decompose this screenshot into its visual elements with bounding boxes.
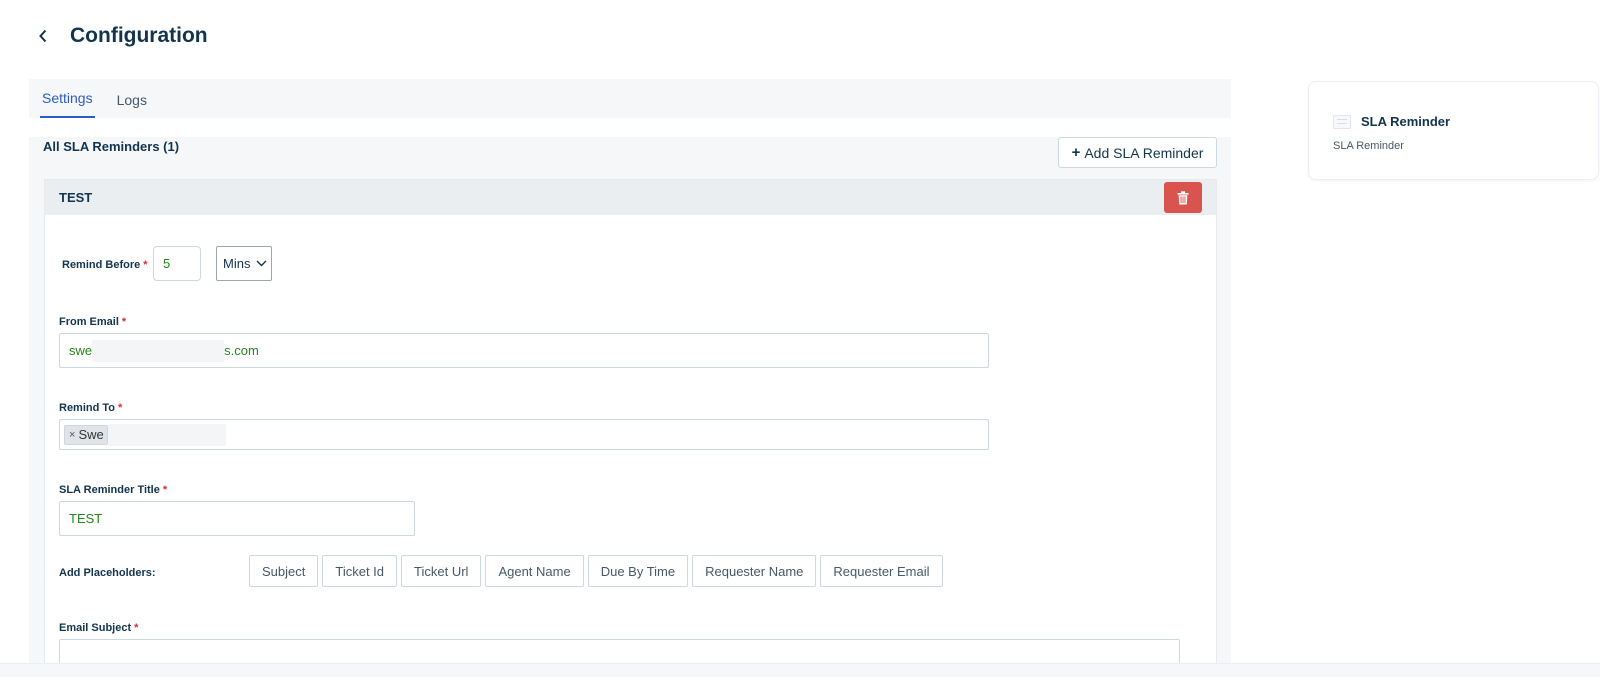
sla-reminder-name: TEST xyxy=(59,190,93,205)
plus-icon: + xyxy=(1071,144,1081,161)
placeholder-subject-button[interactable]: Subject xyxy=(249,555,319,587)
tab-settings[interactable]: Settings xyxy=(40,90,95,118)
list-icon xyxy=(1333,115,1351,129)
placeholder-agent-name-button[interactable]: Agent Name xyxy=(485,555,584,587)
from-email-value-start: swe xyxy=(69,343,93,358)
side-card-subtitle: SLA Reminder xyxy=(1333,140,1404,152)
placeholder-requester-email-button[interactable]: Requester Email xyxy=(820,555,943,587)
add-placeholders-label: Add Placeholders: xyxy=(59,567,156,579)
remind-to-input[interactable]: × Swe xyxy=(59,419,989,450)
placeholder-ticket-url-button[interactable]: Ticket Url xyxy=(401,555,482,587)
sla-reminder-side-card[interactable]: SLA Reminder SLA Reminder xyxy=(1308,81,1599,180)
email-subject-label-text: Email Subject xyxy=(59,622,132,634)
required-marker: * xyxy=(134,622,139,634)
sla-reminder-title-label-text: SLA Reminder Title xyxy=(59,484,160,496)
required-marker: * xyxy=(162,484,168,496)
sla-reminder-title-label: SLA Reminder Title * xyxy=(59,484,167,496)
from-email-input[interactable]: swe s.com xyxy=(59,333,989,368)
from-email-label: From Email * xyxy=(59,316,126,328)
add-sla-reminder-button[interactable]: + Add SLA Reminder xyxy=(1058,137,1217,168)
sla-reminder-card: TEST Remind Before * 5 Mins From Email *… xyxy=(44,179,1217,677)
delete-reminder-button[interactable] xyxy=(1164,182,1202,213)
remind-before-label-text: Remind Before xyxy=(62,259,141,271)
tabs-bar: Settings Logs xyxy=(29,79,1231,118)
recipient-tag: × Swe xyxy=(64,424,108,445)
remind-to-label: Remind To * xyxy=(59,402,122,414)
required-marker: * xyxy=(143,259,148,271)
placeholder-buttons: Subject Ticket Id Ticket Url Agent Name … xyxy=(249,555,947,587)
page-title: Configuration xyxy=(70,24,208,47)
redacted-text xyxy=(107,423,226,446)
sla-reminder-title-input[interactable]: TEST xyxy=(59,501,415,536)
redacted-text xyxy=(92,339,225,362)
placeholder-ticket-id-button[interactable]: Ticket Id xyxy=(322,555,398,587)
trash-icon xyxy=(1177,190,1189,204)
from-email-value-end: s.com xyxy=(224,343,259,358)
email-subject-label: Email Subject * xyxy=(59,622,138,634)
remind-before-input[interactable]: 5 xyxy=(153,246,201,281)
add-sla-reminder-label: Add SLA Reminder xyxy=(1084,144,1204,161)
sla-reminder-title-value: TEST xyxy=(69,511,103,526)
remind-before-unit-select[interactable]: Mins xyxy=(216,246,272,281)
remind-before-value: 5 xyxy=(163,256,171,271)
reminders-panel: All SLA Reminders (1) + Add SLA Reminder… xyxy=(29,137,1231,677)
remind-to-label-text: Remind To xyxy=(59,402,116,414)
required-marker: * xyxy=(118,402,123,414)
tab-logs[interactable]: Logs xyxy=(117,92,147,118)
remind-before-label: Remind Before * xyxy=(62,259,148,271)
sla-reminder-card-header[interactable]: TEST xyxy=(45,180,1216,215)
chevron-down-icon xyxy=(256,260,267,267)
placeholder-due-by-time-button[interactable]: Due By Time xyxy=(587,555,689,587)
recipient-tag-text: Swe xyxy=(78,427,104,442)
from-email-label-text: From Email xyxy=(59,316,119,328)
required-marker: * xyxy=(121,316,127,328)
bottom-bar xyxy=(0,663,1600,677)
page-header: Configuration xyxy=(30,18,208,54)
side-card-title: SLA Reminder xyxy=(1361,114,1451,129)
back-button[interactable] xyxy=(30,23,56,49)
placeholder-requester-name-button[interactable]: Requester Name xyxy=(692,555,817,587)
remove-tag-icon[interactable]: × xyxy=(69,429,75,441)
chevron-left-icon[interactable] xyxy=(38,29,48,43)
remind-before-unit-value: Mins xyxy=(223,256,251,271)
reminders-list-title: All SLA Reminders (1) xyxy=(43,139,180,154)
